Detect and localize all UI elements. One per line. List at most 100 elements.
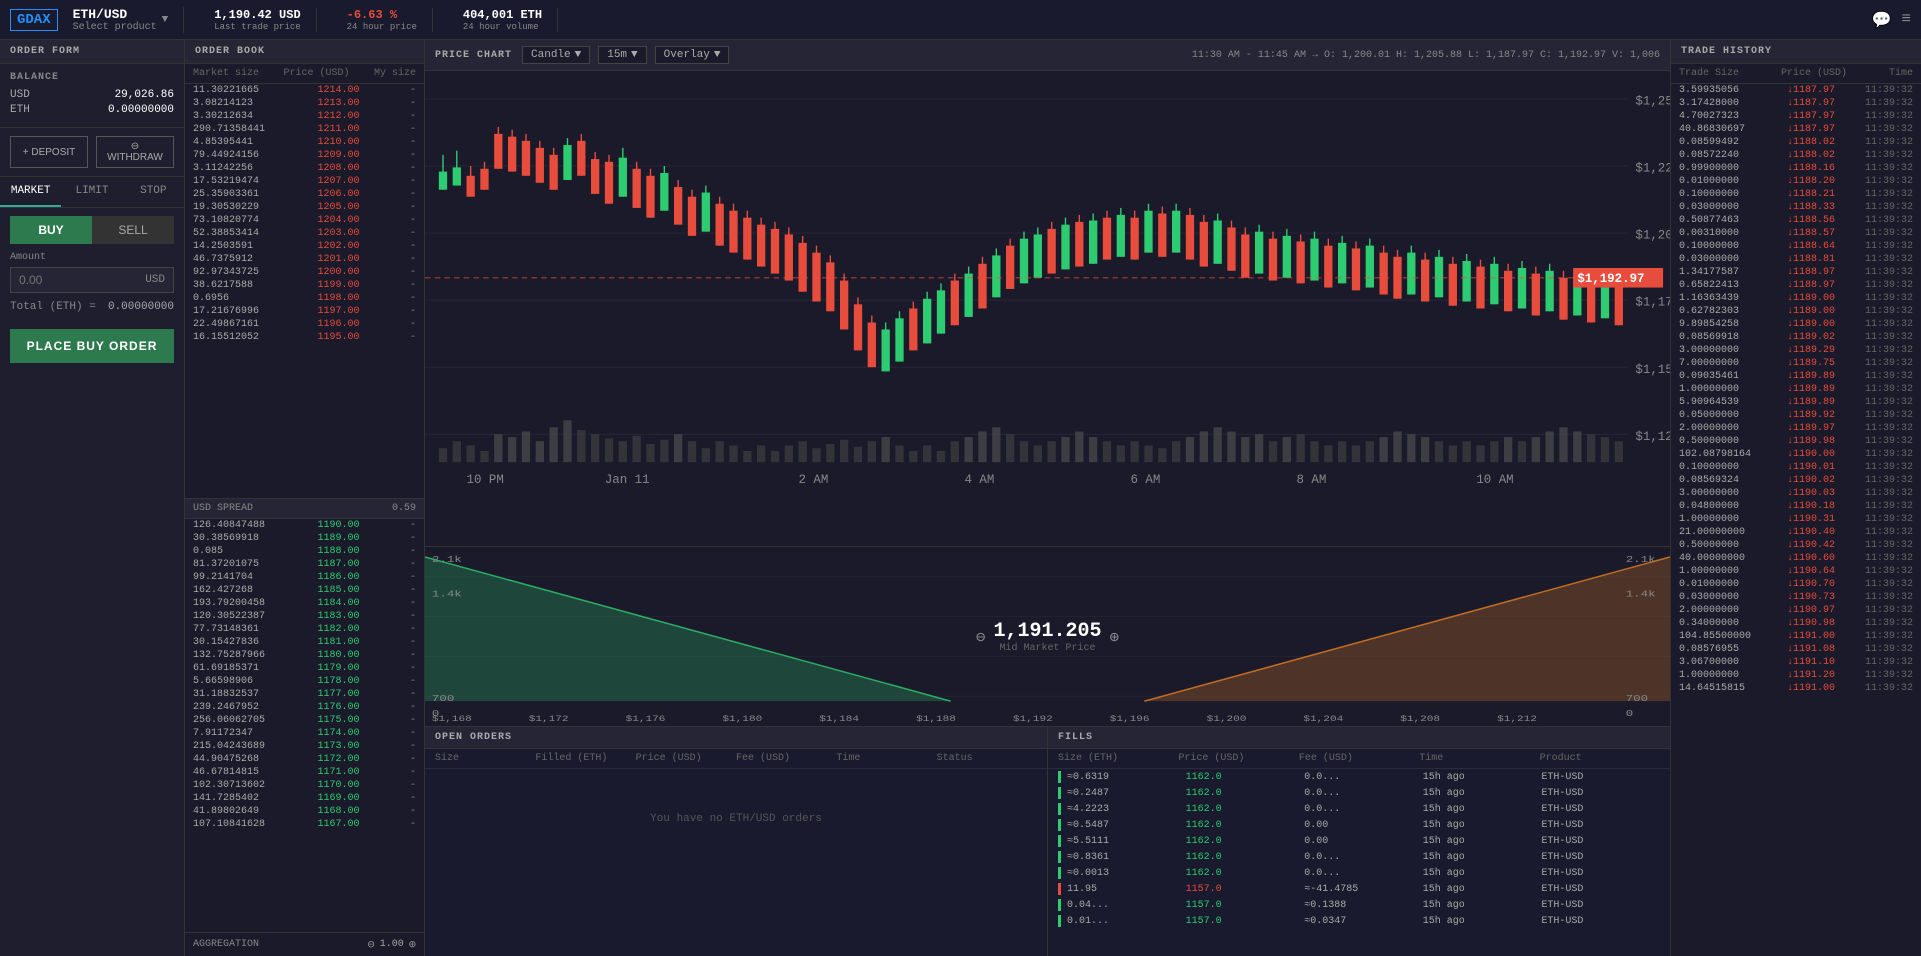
th-price: ↓1188.97 <box>1757 280 1835 291</box>
th-size: 0.08576955 <box>1679 644 1757 655</box>
th-size: 0.10000000 <box>1679 462 1757 473</box>
th-price: ↓1191.10 <box>1757 657 1835 668</box>
th-size: 5.90964539 <box>1679 397 1757 408</box>
ask-price: 1199.00 <box>300 280 360 291</box>
list-item: 1.00000000 ↓1191.20 11:39:32 <box>1671 669 1921 682</box>
list-item: 5.90964539 ↓1189.89 11:39:32 <box>1671 396 1921 409</box>
svg-text:700: 700 <box>432 695 454 705</box>
fill-size: ≈0.6319 <box>1067 772 1186 783</box>
tab-stop[interactable]: STOP <box>123 177 184 207</box>
th-price: ↓1190.01 <box>1757 462 1835 473</box>
svg-text:$1,180: $1,180 <box>722 714 762 723</box>
bid-size: 7.91172347 <box>193 728 273 739</box>
th-size: 40.86830697 <box>1679 124 1757 135</box>
tab-market[interactable]: MARKET <box>0 177 61 207</box>
fill-fee: 0.0... <box>1304 788 1423 799</box>
fill-time: 15h ago <box>1423 868 1542 879</box>
th-price: ↓1190.00 <box>1757 449 1835 460</box>
order-book-asks: 11.302216651214.00-3.082141231213.00-3.3… <box>185 84 424 498</box>
th-size: 0.01000000 <box>1679 176 1757 187</box>
menu-icon[interactable]: ≡ <box>1901 10 1911 30</box>
fill-indicator <box>1058 867 1061 879</box>
overlay-dropdown[interactable]: Overlay ▼ <box>655 46 730 64</box>
th-size: 0.65822413 <box>1679 280 1757 291</box>
chat-icon[interactable]: 💬 <box>1871 10 1891 30</box>
th-size: 0.00310000 <box>1679 228 1757 239</box>
pair-name: ETH/USD <box>73 7 157 22</box>
order-book-bid-row: 120.305223871183.00- <box>185 610 424 623</box>
list-item: 0.01... 1157.0 ≈0.0347 15h ago ETH-USD <box>1048 913 1670 929</box>
order-type-tabs: MARKET LIMIT STOP <box>0 177 184 208</box>
list-item: 0.04... 1157.0 ≈0.1388 15h ago ETH-USD <box>1048 897 1670 913</box>
order-book-ask-row: 46.73759121201.00- <box>185 253 424 266</box>
bid-mysize: - <box>386 611 416 622</box>
agg-plus-button[interactable]: ⊕ <box>409 937 416 952</box>
th-time: 11:39:32 <box>1835 683 1913 694</box>
bid-size: 46.67814815 <box>193 767 273 778</box>
sell-button[interactable]: SELL <box>92 216 174 244</box>
tab-limit[interactable]: LIMIT <box>61 177 122 207</box>
agg-minus-button[interactable]: ⊖ <box>368 937 375 952</box>
list-item: 3.00000000 ↓1190.03 11:39:32 <box>1671 487 1921 500</box>
bid-price: 1189.00 <box>300 533 360 544</box>
bid-size: 30.15427836 <box>193 637 273 648</box>
ask-price: 1195.00 <box>300 332 360 343</box>
fill-time: 15h ago <box>1423 916 1542 927</box>
candle-dropdown[interactable]: Candle ▼ <box>522 46 590 64</box>
amount-input-container[interactable]: USD <box>10 267 174 293</box>
zoom-in-button[interactable]: ⊕ <box>1110 627 1120 647</box>
list-item: ≈0.5487 1162.0 0.00 15h ago ETH-USD <box>1048 817 1670 833</box>
bid-price: 1180.00 <box>300 650 360 661</box>
bid-mysize: - <box>386 598 416 609</box>
th-size: 3.59935056 <box>1679 85 1757 96</box>
th-price: ↓1189.02 <box>1757 332 1835 343</box>
trade-history-title: TRADE HISTORY <box>1671 40 1921 64</box>
th-price: ↓1188.02 <box>1757 150 1835 161</box>
amount-input[interactable] <box>19 273 145 287</box>
no-orders-message: You have no ETH/USD orders <box>425 769 1047 869</box>
list-item: 3.59935056 ↓1187.97 11:39:32 <box>1671 84 1921 97</box>
fills-panel: FILLS Size (ETH) Price (USD) Fee (USD) T… <box>1048 727 1670 956</box>
timeframe-dropdown[interactable]: 15m ▼ <box>598 46 646 64</box>
deposit-button[interactable]: + DEPOSIT <box>10 136 88 168</box>
chart-controls: Candle ▼ 15m ▼ Overlay ▼ <box>522 46 729 64</box>
th-size: 0.99900000 <box>1679 163 1757 174</box>
th-size: 0.50000000 <box>1679 540 1757 551</box>
pair-section[interactable]: ETH/USD Select product ▼ <box>73 7 185 33</box>
buy-button[interactable]: BUY <box>10 216 92 244</box>
list-item: ≈4.2223 1162.0 0.0... 15h ago ETH-USD <box>1048 801 1670 817</box>
fill-product: ETH-USD <box>1541 804 1660 815</box>
list-item: 0.04800000 ↓1190.18 11:39:32 <box>1671 500 1921 513</box>
th-time: 11:39:32 <box>1835 618 1913 629</box>
bid-mysize: - <box>386 728 416 739</box>
list-item: 21.00000000 ↓1190.40 11:39:32 <box>1671 526 1921 539</box>
th-time: 11:39:32 <box>1835 124 1913 135</box>
ask-price: 1207.00 <box>300 176 360 187</box>
eth-label: ETH <box>10 104 30 116</box>
ask-price: 1213.00 <box>300 98 360 109</box>
ask-size: 14.2503591 <box>193 241 273 252</box>
list-item: 2.00000000 ↓1190.97 11:39:32 <box>1671 604 1921 617</box>
svg-text:$1,192.97: $1,192.97 <box>1577 272 1644 286</box>
col-time: Time <box>1419 753 1539 764</box>
fill-time: 15h ago <box>1423 820 1542 831</box>
order-book-bid-row: 61.691853711179.00- <box>185 662 424 675</box>
ask-size: 17.53219474 <box>193 176 273 187</box>
order-book-bid-row: 107.108416281167.00- <box>185 818 424 831</box>
list-item: 1.00000000 ↓1190.31 11:39:32 <box>1671 513 1921 526</box>
th-price: ↓1188.56 <box>1757 215 1835 226</box>
ask-size: 4.85395441 <box>193 137 273 148</box>
th-size: 0.03000000 <box>1679 254 1757 265</box>
svg-text:$1,125: $1,125 <box>1635 430 1670 444</box>
withdraw-button[interactable]: ⊖ WITHDRAW <box>96 136 174 168</box>
chart-ohlcv-info: 11:30 AM - 11:45 AM → O: 1,200.01 H: 1,2… <box>1192 50 1660 61</box>
last-trade-label: Last trade price <box>214 22 300 32</box>
zoom-out-button[interactable]: ⊖ <box>976 627 986 647</box>
mid-market-label: Mid Market Price <box>993 643 1101 654</box>
fill-fee: ≈0.1388 <box>1304 900 1423 911</box>
place-buy-order-button[interactable]: PLACE BUY ORDER <box>10 329 174 363</box>
overlay-label: Overlay <box>664 49 710 61</box>
th-time: 11:39:32 <box>1835 462 1913 473</box>
order-book-bid-row: 81.372010751187.00- <box>185 558 424 571</box>
bid-mysize: - <box>386 819 416 830</box>
